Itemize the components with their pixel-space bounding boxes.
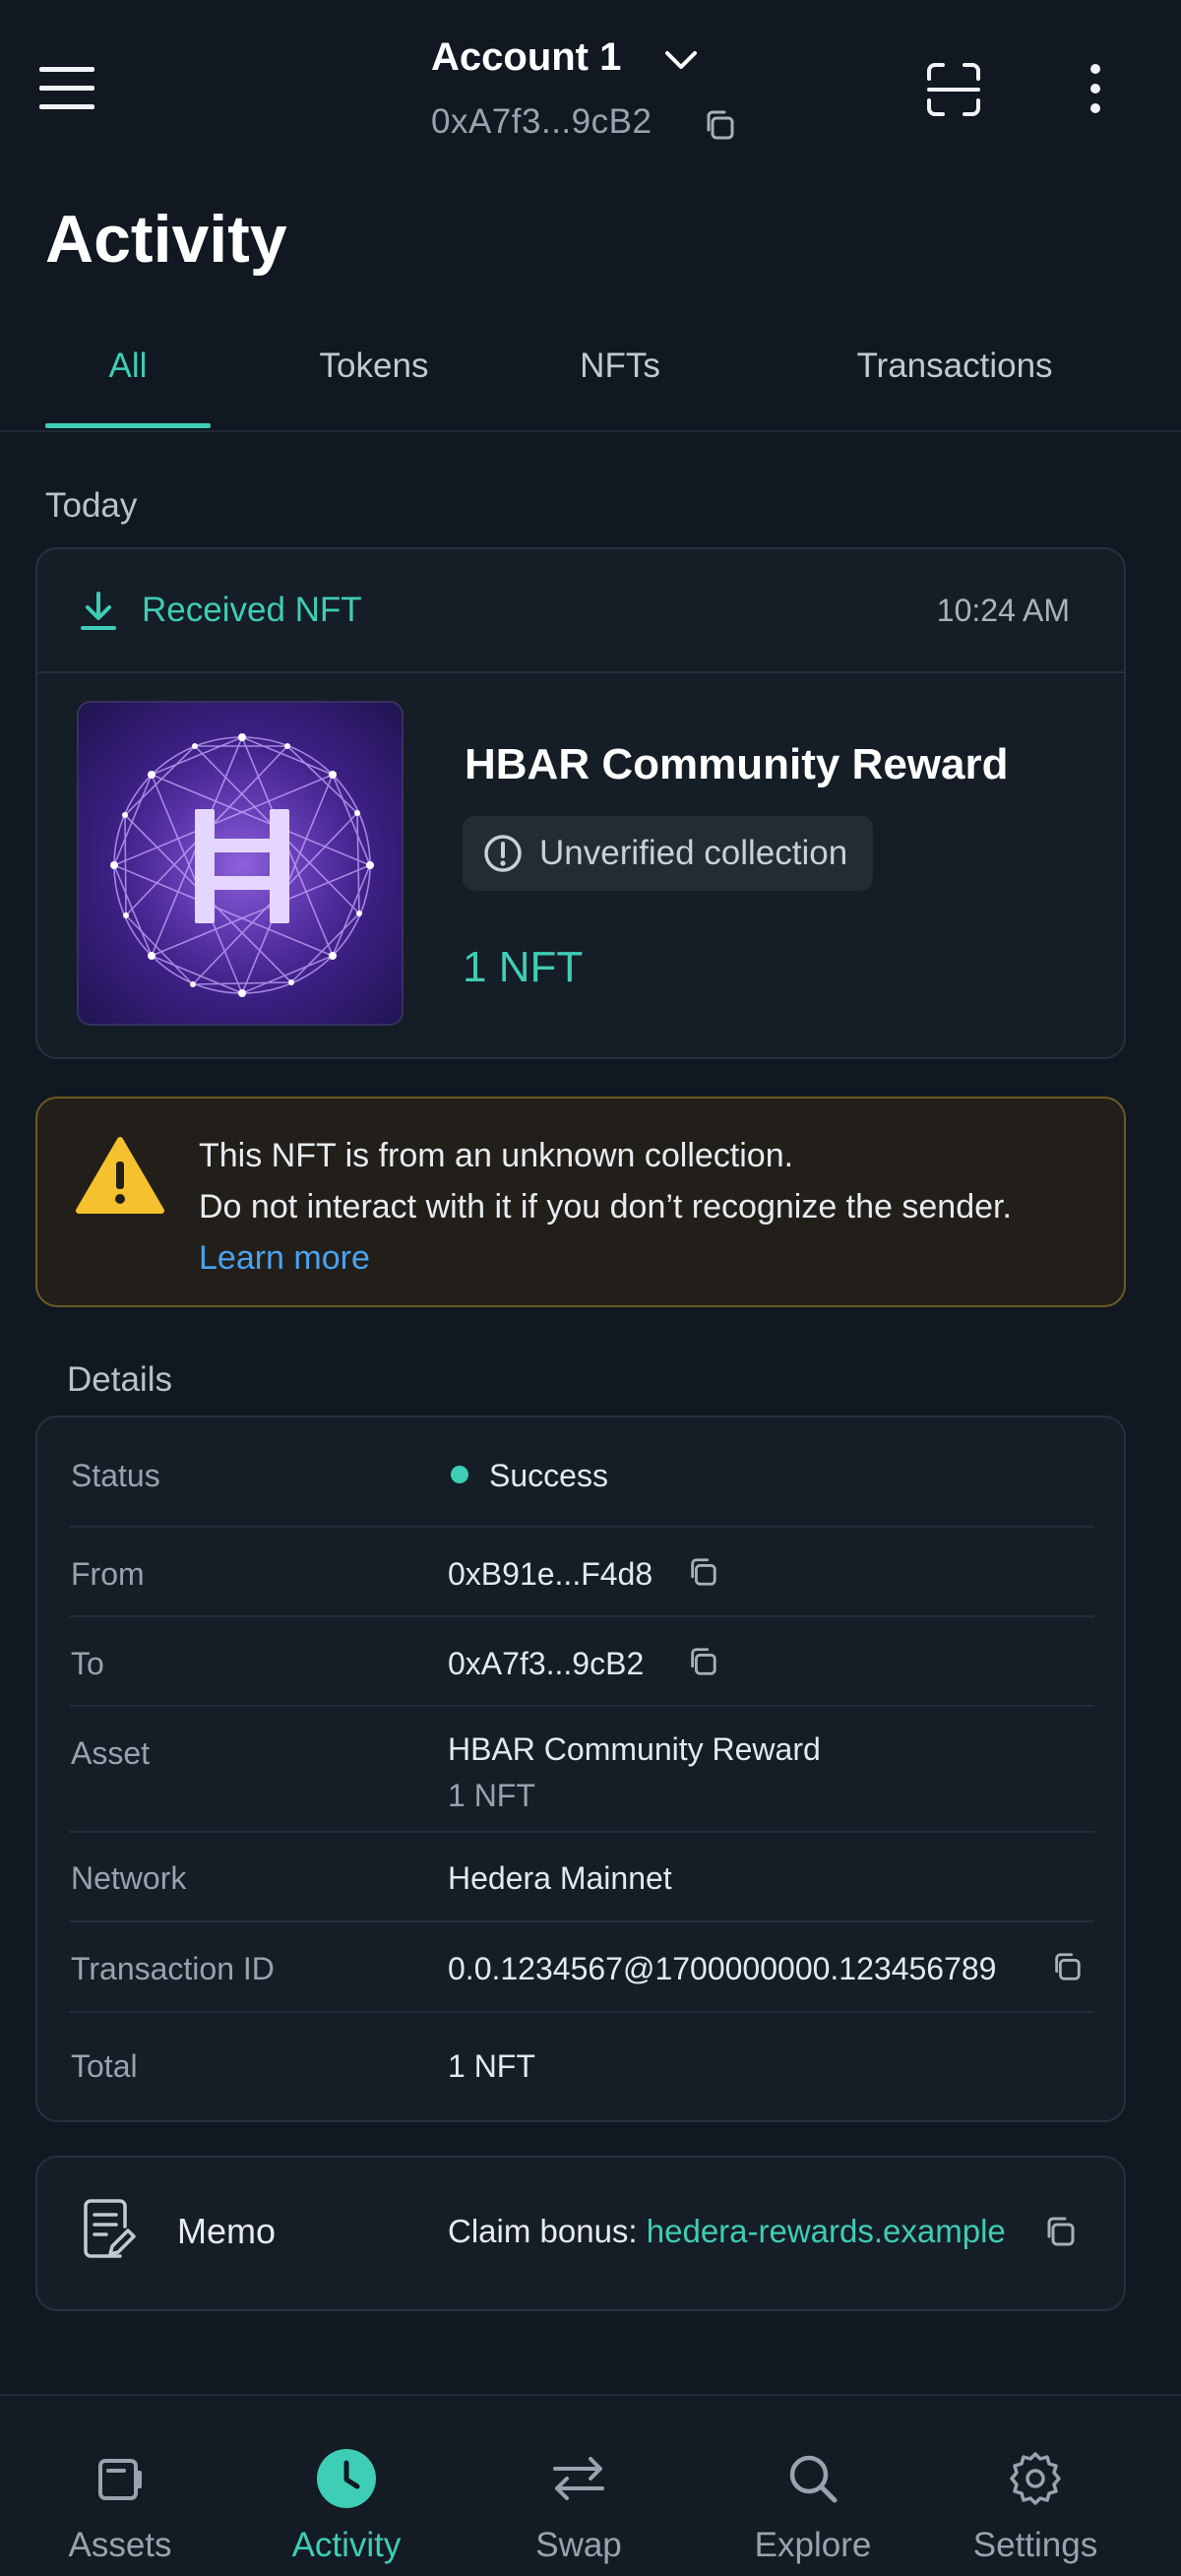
detail-label-status: Status xyxy=(71,1458,160,1493)
swap-icon xyxy=(553,2457,604,2500)
chevron-down-icon xyxy=(665,51,697,69)
nav-label-activity: Activity xyxy=(291,2526,402,2564)
detail-value-to: 0xA7f3...9cB2 xyxy=(448,1646,645,1681)
received-icon xyxy=(79,591,118,632)
details-card xyxy=(35,1415,1126,2122)
detail-label-total: Total xyxy=(71,2048,138,2084)
page-title: Activity xyxy=(45,202,287,277)
tab-all[interactable]: All xyxy=(45,346,211,386)
bottom-navigation: Assets Activity Swap Explore Settings xyxy=(0,2394,1181,2576)
detail-subvalue-asset: 1 NFT xyxy=(448,1778,535,1813)
wallet-icon xyxy=(98,2459,142,2500)
activity-type-label: Received NFT xyxy=(142,591,362,629)
row-divider xyxy=(69,2011,1094,2013)
warning-text: This NFT is from an unknown collection. … xyxy=(199,1130,1012,1284)
row-divider xyxy=(69,1705,1094,1707)
detail-value-transaction-id: 0.0.1234567@1700000000.123456789 xyxy=(448,1951,997,1986)
memo-icon xyxy=(81,2197,140,2264)
detail-value-status: Success xyxy=(489,1458,608,1493)
clock-icon xyxy=(317,2449,376,2508)
gear-icon xyxy=(1010,2452,1061,2505)
tab-nfts[interactable]: NFTs xyxy=(551,346,689,386)
memo-prefix: Claim bonus: xyxy=(448,2213,647,2249)
search-icon xyxy=(789,2455,838,2503)
tab-transactions[interactable]: Transactions xyxy=(837,346,1073,386)
copy-icon xyxy=(1055,1953,1081,1980)
warning-line-1: This NFT is from an unknown collection. xyxy=(199,1137,794,1174)
date-group-label: Today xyxy=(45,486,138,525)
detail-value-from: 0xB91e...F4d8 xyxy=(448,1556,653,1592)
detail-value-asset: HBAR Community Reward xyxy=(448,1731,821,1767)
nav-item-explore[interactable]: Explore xyxy=(724,2447,901,2565)
more-options-button[interactable] xyxy=(1083,61,1108,116)
active-tab-indicator xyxy=(45,423,211,428)
detail-label-network: Network xyxy=(71,1860,187,1896)
detail-label-from: From xyxy=(71,1556,145,1592)
copy-icon xyxy=(691,1648,716,1675)
tabs-divider xyxy=(0,430,1181,432)
learn-more-link[interactable]: Learn more xyxy=(199,1232,1012,1284)
menu-icon xyxy=(39,67,94,109)
copy-memo-button[interactable] xyxy=(1043,2215,1077,2248)
copy-from-button[interactable] xyxy=(687,1555,718,1589)
status-indicator xyxy=(451,1466,468,1483)
nft-amount: 1 NFT xyxy=(463,943,584,991)
row-divider xyxy=(69,1526,1094,1528)
warning-line-2: Do not interact with it if you don’t rec… xyxy=(199,1188,1012,1225)
row-divider xyxy=(69,1831,1094,1833)
copy-icon xyxy=(1047,2217,1075,2246)
card-divider xyxy=(37,671,1124,673)
account-address: 0xA7f3...9cB2 xyxy=(431,102,653,141)
detail-label-asset: Asset xyxy=(71,1735,151,1771)
menu-button[interactable] xyxy=(39,65,94,112)
copy-icon xyxy=(691,1558,716,1586)
scan-button[interactable] xyxy=(925,61,982,118)
nav-label-swap: Swap xyxy=(535,2526,622,2564)
copy-icon xyxy=(707,110,734,140)
nav-item-assets[interactable]: Assets xyxy=(31,2447,209,2565)
tab-tokens[interactable]: Tokens xyxy=(295,346,453,386)
nav-label-settings: Settings xyxy=(972,2526,1098,2564)
nav-label-assets: Assets xyxy=(68,2526,172,2564)
copy-address-button[interactable] xyxy=(703,108,736,142)
nft-name: HBAR Community Reward xyxy=(465,740,1009,788)
copy-to-button[interactable] xyxy=(687,1645,718,1678)
nav-label-explore: Explore xyxy=(754,2526,872,2564)
more-vertical-icon xyxy=(1090,64,1100,113)
details-heading: Details xyxy=(67,1360,172,1399)
account-selector[interactable]: Account 1 xyxy=(431,35,756,91)
row-divider xyxy=(69,1615,1094,1617)
info-icon xyxy=(484,835,522,872)
detail-label-to: To xyxy=(71,1646,104,1681)
hbar-logo-icon xyxy=(79,703,402,1024)
activity-time: 10:24 AM xyxy=(936,593,1070,628)
nav-item-swap[interactable]: Swap xyxy=(490,2447,667,2565)
detail-value-network: Hedera Mainnet xyxy=(448,1860,672,1896)
scan-icon xyxy=(927,63,980,116)
memo-value: Claim bonus: hedera-rewards.example xyxy=(448,2213,1006,2250)
detail-value-total: 1 NFT xyxy=(448,2048,535,2084)
unverified-badge: Unverified collection xyxy=(463,816,874,891)
unverified-badge-label: Unverified collection xyxy=(539,834,848,872)
warning-icon xyxy=(75,1134,165,1217)
nav-item-activity[interactable]: Activity xyxy=(258,2447,435,2565)
nav-item-settings[interactable]: Settings xyxy=(947,2447,1124,2565)
row-divider xyxy=(69,1920,1094,1922)
account-name: Account 1 xyxy=(431,35,622,79)
memo-link[interactable]: hedera-rewards.example xyxy=(647,2213,1006,2249)
detail-label-transaction-id: Transaction ID xyxy=(71,1951,275,1986)
memo-label: Memo xyxy=(177,2211,277,2251)
copy-transaction-id-button[interactable] xyxy=(1051,1950,1083,1983)
nft-thumbnail[interactable] xyxy=(77,701,404,1026)
